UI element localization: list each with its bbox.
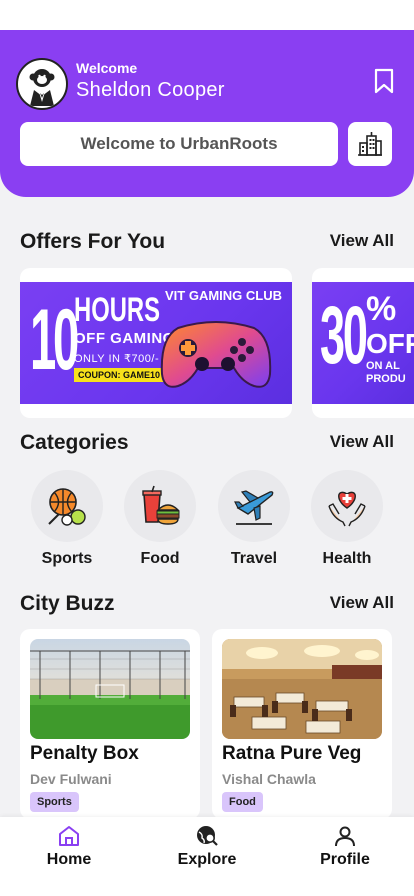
offer-card-discount[interactable]: 30 % OFF ON AL PRODU xyxy=(312,268,414,418)
buzz-card-ratna-pure-veg[interactable]: Ratna Pure Veg Vishal Chawla Food xyxy=(212,629,392,819)
user-name: Sheldon Cooper xyxy=(76,79,225,101)
buzz-title: Penalty Box xyxy=(30,743,139,764)
offer-big-number: 30 xyxy=(320,290,368,381)
health-icon xyxy=(328,491,366,527)
nav-label: Profile xyxy=(320,851,370,868)
food-icon xyxy=(142,485,180,525)
category-label: Food xyxy=(140,550,180,567)
offers-view-all-link[interactable]: View All xyxy=(330,231,394,251)
monkey-avatar-icon xyxy=(29,69,55,106)
offer-big-number: 10 xyxy=(30,292,79,388)
categories-view-all-link[interactable]: View All xyxy=(330,432,394,452)
welcome-label: Welcome xyxy=(76,60,138,76)
buzz-tag-badge[interactable]: Food xyxy=(222,792,263,812)
category-travel-circle xyxy=(218,470,290,542)
category-sports[interactable]: Sports xyxy=(27,470,107,568)
category-label: Sports xyxy=(41,550,93,567)
nav-explore[interactable]: Explore xyxy=(152,823,262,896)
category-food-circle xyxy=(124,470,196,542)
travel-icon xyxy=(234,490,274,525)
city-buzz-view-all-link[interactable]: View All xyxy=(330,593,394,613)
category-food[interactable]: Food xyxy=(120,470,200,568)
offer-line-2: PRODU xyxy=(366,373,406,385)
offers-title: Offers For You xyxy=(20,230,166,253)
offer-price-line: ONLY IN ₹700/- xyxy=(74,353,160,365)
game-controller-icon xyxy=(160,321,272,388)
offer-card-gaming[interactable]: 10 HOURS OFF GAMING ONLY IN ₹700/- COUPO… xyxy=(20,268,292,418)
status-bar xyxy=(0,0,414,30)
buzz-author: Dev Fulwani xyxy=(30,771,112,787)
bottom-navigation: Home Explore Profile xyxy=(0,817,414,896)
welcome-banner-input[interactable]: Welcome to UrbanRoots xyxy=(20,122,338,166)
city-buzz-title: City Buzz xyxy=(20,592,115,615)
city-button[interactable] xyxy=(348,122,392,166)
avatar[interactable] xyxy=(16,58,68,110)
offer-banner-discount: 30 % OFF ON AL PRODU xyxy=(312,282,414,404)
offer-line-1: ON AL xyxy=(366,360,400,372)
offer-club-name: VIT GAMING CLUB xyxy=(165,288,282,303)
category-travel[interactable]: Travel xyxy=(214,470,294,568)
search-box-text: Welcome to UrbanRoots xyxy=(80,134,278,153)
buzz-card-penalty-box[interactable]: Penalty Box Dev Fulwani Sports xyxy=(20,629,200,819)
offer-percent: % xyxy=(366,290,397,328)
nav-label: Explore xyxy=(177,851,237,868)
nav-profile[interactable]: Profile xyxy=(290,823,400,896)
app-header: Welcome Sheldon Cooper Welcome to UrbanR… xyxy=(0,30,414,197)
nav-label: Home xyxy=(46,851,92,868)
offer-coupon-badge: COUPON: GAME10 xyxy=(74,368,165,382)
category-sports-circle xyxy=(31,470,103,542)
categories-title: Categories xyxy=(20,431,129,454)
city-buildings-icon xyxy=(358,132,382,156)
buzz-author: Vishal Chawla xyxy=(222,771,316,787)
home-icon xyxy=(59,826,79,846)
category-health-circle xyxy=(311,470,383,542)
offer-off-label: OFF xyxy=(366,328,414,359)
profile-icon xyxy=(335,826,355,847)
buzz-image-turf xyxy=(30,639,190,739)
buzz-image-restaurant xyxy=(222,639,382,739)
buzz-title: Ratna Pure Veg xyxy=(222,743,362,764)
offer-headline: HOURS xyxy=(74,291,160,329)
category-health[interactable]: Health xyxy=(307,470,387,568)
category-label: Travel xyxy=(230,550,278,567)
sports-icon xyxy=(48,488,86,526)
category-label: Health xyxy=(322,550,372,567)
nav-home[interactable]: Home xyxy=(14,823,124,896)
bookmark-icon[interactable] xyxy=(374,68,394,94)
buzz-tag-badge[interactable]: Sports xyxy=(30,792,79,812)
offer-banner-gaming: 10 HOURS OFF GAMING ONLY IN ₹700/- COUPO… xyxy=(20,282,292,404)
explore-icon xyxy=(197,826,218,846)
